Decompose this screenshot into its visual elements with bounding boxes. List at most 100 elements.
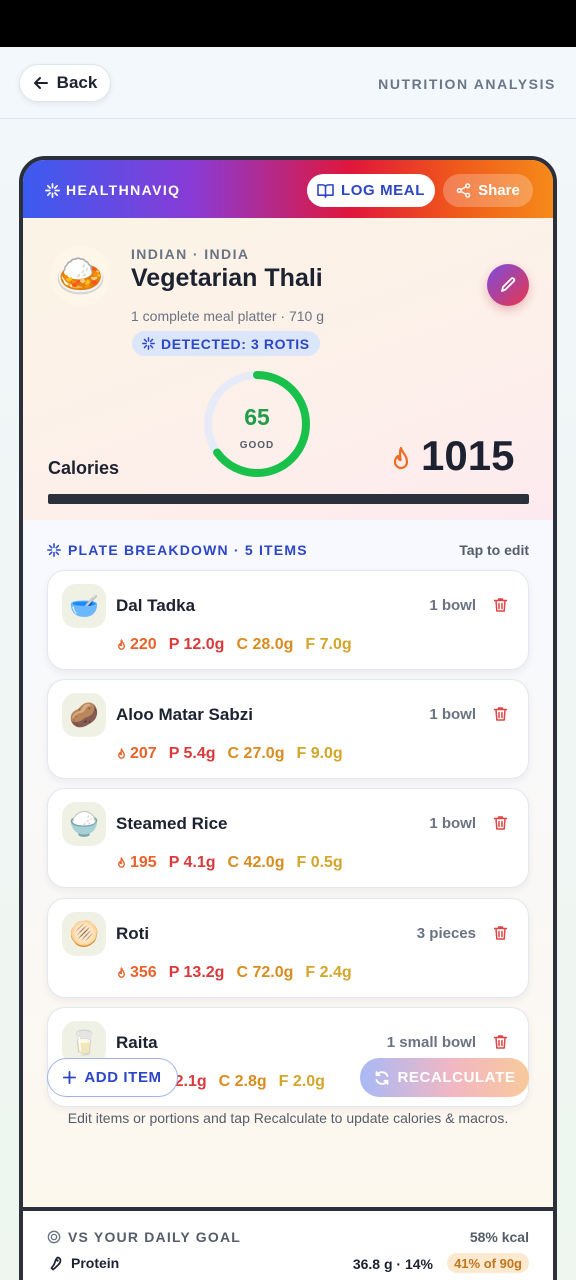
back-button[interactable]: Back: [19, 64, 111, 102]
pencil-icon: [501, 277, 516, 292]
item-calories-value: 220: [130, 636, 157, 653]
item-fat: F 9.0g: [296, 745, 343, 762]
protein-label: Protein: [71, 1255, 120, 1271]
item-calories: 356: [116, 964, 157, 982]
add-item-label: ADD ITEM: [84, 1069, 162, 1086]
breakdown-title: PLATE BREAKDOWN · 5 ITEMS: [68, 542, 308, 558]
item-protein: P 5.4g: [168, 745, 216, 762]
flame-icon: [118, 966, 125, 978]
flame-icon: [118, 638, 125, 650]
recalculate-button[interactable]: RECALCULATE: [360, 1058, 529, 1097]
target-icon: [47, 1230, 61, 1244]
book-icon: [317, 184, 334, 198]
food-item-portion[interactable]: 1 bowl: [429, 706, 476, 723]
item-protein: P 4.1g: [168, 854, 216, 871]
potato-icon: 🥔: [62, 693, 106, 737]
item-fat: F 0.5g: [296, 854, 343, 871]
roti-icon: 🫓: [62, 912, 106, 956]
brand: HEALTHNAVIQ: [45, 182, 180, 198]
bowl-icon: 🥣: [62, 584, 106, 628]
back-label: Back: [56, 73, 98, 92]
log-meal-button[interactable]: LOG MEAL: [307, 174, 435, 207]
item-protein: P 13.2g: [168, 964, 225, 981]
item-fat: F 7.0g: [305, 636, 352, 653]
delete-item-button[interactable]: [493, 925, 508, 946]
daily-goal-section: VS YOUR DAILY GOAL 58% kcal Protein 36.8…: [23, 1211, 553, 1280]
food-item-name: Roti: [116, 924, 150, 943]
meal-card: HEALTHNAVIQ LOG MEAL Share 🍛 INDIAN · IN…: [19, 156, 557, 1280]
calories-label: Calories: [48, 458, 120, 478]
food-item-row[interactable]: 🫓 Roti 3 pieces 356 P 13.2g C 72.0g F 2.4g: [47, 898, 529, 998]
delete-item-button[interactable]: [493, 597, 508, 618]
meal-title: Vegetarian Thali: [131, 264, 323, 292]
item-calories-value: 195: [130, 854, 157, 871]
food-item-name: Steamed Rice: [116, 814, 228, 833]
protein-row: Protein 36.8 g · 14% 41% of 90g: [47, 1253, 529, 1277]
delete-item-button[interactable]: [493, 706, 508, 727]
food-item-portion[interactable]: 1 small bowl: [387, 1034, 476, 1051]
food-item-portion[interactable]: 3 pieces: [417, 925, 476, 942]
top-bar: Back NUTRITION ANALYSIS: [0, 47, 576, 119]
trash-icon: [493, 1035, 508, 1049]
food-item-macros: 356 P 13.2g C 72.0g F 2.4g: [116, 964, 352, 982]
food-item-row[interactable]: 🥔 Aloo Matar Sabzi 1 bowl 207 P 5.4g C 27.0g F…: [47, 679, 529, 779]
food-item-macros: 220 P 12.0g C 28.0g F 7.0g: [116, 636, 352, 654]
food-item-row[interactable]: 🍚 Steamed Rice 1 bowl 195 P 4.1g C 42.0g F 0.5…: [47, 788, 529, 888]
recalculate-hint: Edit items or portions and tap Recalcula…: [67, 1110, 509, 1126]
item-calories-value: 356: [130, 964, 157, 981]
sparkle-icon: [45, 182, 60, 198]
flame-icon: [118, 856, 125, 868]
calories-bar: [48, 494, 529, 504]
food-item-name: Aloo Matar Sabzi: [116, 705, 253, 724]
thali-icon: 🍛: [51, 246, 111, 306]
meal-subtitle: 1 complete meal platter · 710 g: [131, 308, 324, 324]
log-meal-label: LOG MEAL: [341, 182, 425, 199]
brand-name: HEALTHNAVIQ: [66, 182, 181, 198]
protein-label-wrap: Protein: [47, 1255, 119, 1271]
item-carbs: C 27.0g: [227, 745, 285, 762]
kcal-percent: 58% kcal: [469, 1229, 529, 1245]
arrow-left-icon: [33, 77, 48, 89]
delete-item-button[interactable]: [493, 1034, 508, 1055]
detected-badge: DETECTED: 3 ROTIS: [132, 331, 320, 356]
daily-goal-title: VS YOUR DAILY GOAL: [68, 1229, 242, 1245]
trash-icon: [493, 707, 508, 721]
rice-icon: 🍚: [62, 802, 106, 846]
health-score-label: GOOD: [239, 440, 275, 451]
flame-icon: [393, 446, 409, 470]
food-item-portion[interactable]: 1 bowl: [429, 597, 476, 614]
plate-breakdown: PLATE BREAKDOWN · 5 ITEMS Tap to edit 🥣 D…: [23, 520, 553, 1210]
page-title: NUTRITION ANALYSIS: [378, 76, 556, 92]
item-calories-value: 207: [130, 745, 157, 762]
food-item-portion[interactable]: 1 bowl: [429, 815, 476, 832]
cuisine-label: INDIAN · INDIA: [131, 246, 250, 262]
share-label: Share: [478, 182, 520, 199]
edit-meal-button[interactable]: [487, 264, 529, 306]
status-bar: [0, 0, 576, 47]
item-fat: F 2.4g: [305, 964, 352, 981]
item-calories: 207: [116, 745, 157, 763]
food-item-macros: 195 P 4.1g C 42.0g F 0.5g: [116, 854, 343, 872]
item-fat: F 2.0g: [278, 1073, 325, 1090]
share-icon: [456, 183, 471, 198]
item-calories: 195: [116, 854, 157, 872]
share-button[interactable]: Share: [443, 174, 533, 207]
food-item-macros: 207 P 5.4g C 27.0g F 9.0g: [116, 745, 343, 763]
sparkle-icon: [47, 543, 61, 557]
breakdown-header: PLATE BREAKDOWN · 5 ITEMS: [47, 542, 308, 558]
food-item-row[interactable]: 🥣 Dal Tadka 1 bowl 220 P 12.0g C 28.0g F 7.0g: [47, 570, 529, 670]
protein-icon: [50, 1256, 62, 1271]
sparkle-icon: [142, 337, 155, 350]
meal-summary: 🍛 INDIAN · INDIA Vegetarian Thali 1 comp…: [23, 218, 553, 520]
delete-item-button[interactable]: [493, 815, 508, 836]
protein-value: 36.8 g · 14%: [352, 1256, 433, 1272]
protein-goal-badge: 41% of 90g: [447, 1253, 529, 1273]
item-carbs: C 28.0g: [236, 636, 294, 653]
brand-bar: HEALTHNAVIQ LOG MEAL Share: [23, 160, 553, 218]
add-item-button[interactable]: ADD ITEM: [47, 1058, 178, 1097]
detected-label: DETECTED: 3 ROTIS: [161, 335, 310, 352]
trash-icon: [493, 926, 508, 940]
item-calories: 220: [116, 636, 157, 654]
daily-goal-header: VS YOUR DAILY GOAL: [47, 1229, 241, 1245]
food-item-name: Dal Tadka: [116, 596, 196, 615]
